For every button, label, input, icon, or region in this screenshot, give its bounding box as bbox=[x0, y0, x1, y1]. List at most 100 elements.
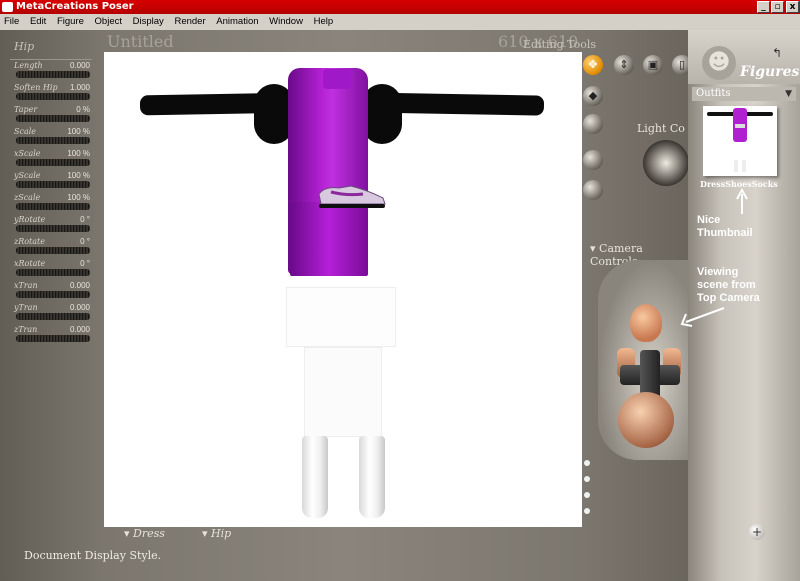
parameter-dial-row[interactable]: zRotate 0 ° bbox=[10, 236, 92, 258]
figure-category-icon[interactable]: ☻ bbox=[702, 46, 736, 80]
parameter-value[interactable]: 0.000 bbox=[70, 61, 90, 70]
memory-dot-icon[interactable] bbox=[584, 460, 590, 466]
parameter-value[interactable]: 100 % bbox=[67, 171, 90, 180]
parameter-value[interactable]: 1.000 bbox=[70, 83, 90, 92]
parameter-value[interactable]: 0 ° bbox=[80, 237, 90, 246]
parameter-value[interactable]: 0 ° bbox=[80, 215, 90, 224]
trackball-icon[interactable] bbox=[618, 392, 674, 448]
parameter-dial-icon[interactable] bbox=[16, 313, 90, 320]
hip-area bbox=[286, 287, 396, 347]
light-controls-label: Light Co bbox=[637, 122, 685, 135]
color-tool-icon[interactable] bbox=[583, 150, 603, 170]
parameter-value[interactable]: 0.000 bbox=[70, 303, 90, 312]
light-sphere-icon[interactable] bbox=[643, 140, 689, 186]
face-camera-icon[interactable] bbox=[630, 304, 662, 342]
menu-window[interactable]: Window bbox=[265, 14, 307, 30]
close-button[interactable]: x bbox=[786, 1, 799, 13]
parameter-name: xTran bbox=[14, 281, 38, 290]
memory-dot-icon[interactable] bbox=[584, 492, 590, 498]
menu-bar: File Edit Figure Object Display Render A… bbox=[0, 14, 800, 30]
parameter-dial-row[interactable]: zTran 0.000 bbox=[10, 324, 92, 346]
menu-display[interactable]: Display bbox=[129, 14, 168, 30]
menu-edit[interactable]: Edit bbox=[26, 14, 50, 30]
move-tool-icon[interactable]: ✥ bbox=[583, 55, 603, 75]
menu-object[interactable]: Object bbox=[91, 14, 126, 30]
left-arm bbox=[139, 92, 301, 116]
parameter-dial-row[interactable]: Length 0.000 bbox=[10, 60, 92, 82]
body-part-menu[interactable]: ▾ Hip bbox=[202, 527, 231, 540]
parameter-dial-row[interactable]: Taper 0 % bbox=[10, 104, 92, 126]
parameter-dial-row[interactable]: zScale 100 % bbox=[10, 192, 92, 214]
menu-render[interactable]: Render bbox=[170, 14, 209, 30]
parameter-dial-row[interactable]: yScale 100 % bbox=[10, 170, 92, 192]
dress-skirt bbox=[290, 202, 368, 276]
right-sock bbox=[359, 436, 385, 518]
parameter-value[interactable]: 0.000 bbox=[70, 325, 90, 334]
scale-tool-icon[interactable]: ▣ bbox=[643, 55, 663, 75]
parameter-dial-icon[interactable] bbox=[16, 181, 90, 188]
add-to-library-button[interactable]: + bbox=[749, 524, 765, 540]
parameter-value[interactable]: 100 % bbox=[67, 149, 90, 158]
parameter-dial-icon[interactable] bbox=[16, 335, 90, 342]
parameter-dial-icon[interactable] bbox=[16, 159, 90, 166]
parameter-name: yRotate bbox=[14, 215, 46, 224]
parameter-value[interactable]: 0.000 bbox=[70, 281, 90, 290]
parameter-dial-row[interactable]: yTran 0.000 bbox=[10, 302, 92, 324]
twist-tool-icon[interactable]: ◆ bbox=[583, 86, 603, 106]
dress-collar bbox=[323, 69, 351, 89]
document-window[interactable] bbox=[104, 52, 582, 527]
chain-tool-icon[interactable] bbox=[583, 114, 603, 134]
camera-annotation: Viewing scene from Top Camera bbox=[697, 266, 760, 304]
grouping-tool-icon[interactable] bbox=[583, 180, 603, 200]
memory-dot-icon[interactable] bbox=[584, 508, 590, 514]
parameter-name: zTran bbox=[14, 325, 38, 334]
thigh-area bbox=[304, 347, 382, 437]
minimize-button[interactable]: _ bbox=[757, 1, 770, 13]
arrow-left-icon bbox=[680, 307, 725, 327]
parameter-value[interactable]: 100 % bbox=[67, 127, 90, 136]
parameter-dial-row[interactable]: Soften Hip 1.000 bbox=[10, 82, 92, 104]
parameter-dial-icon[interactable] bbox=[16, 269, 90, 276]
return-arrow-icon[interactable]: ↰ bbox=[772, 46, 782, 60]
parameter-dial-row[interactable]: yRotate 0 ° bbox=[10, 214, 92, 236]
parameter-value[interactable]: 0 % bbox=[76, 105, 90, 114]
restore-button[interactable]: ▫ bbox=[771, 1, 784, 13]
menu-figure[interactable]: Figure bbox=[53, 14, 88, 30]
menu-file[interactable]: File bbox=[0, 14, 23, 30]
memory-dot-icon[interactable] bbox=[584, 476, 590, 482]
parameter-dial-icon[interactable] bbox=[16, 93, 90, 100]
parameter-name: Scale bbox=[14, 127, 37, 136]
parameter-name: yScale bbox=[14, 171, 41, 180]
rotate-tool-icon[interactable]: ⇕ bbox=[614, 55, 634, 75]
menu-animation[interactable]: Animation bbox=[212, 14, 262, 30]
figure-menu[interactable]: ▾ Dress bbox=[124, 527, 165, 540]
parameter-dial-icon[interactable] bbox=[16, 203, 90, 210]
parameter-name: zRotate bbox=[14, 237, 45, 246]
parameter-value[interactable]: 100 % bbox=[67, 193, 90, 202]
parameter-dial-row[interactable]: xScale 100 % bbox=[10, 148, 92, 170]
library-header: ☻ Figures ↰ bbox=[688, 30, 800, 84]
parameter-name: Taper bbox=[14, 105, 38, 114]
parameter-dial-row[interactable]: Scale 100 % bbox=[10, 126, 92, 148]
category-dropdown[interactable]: Outfits ▼ bbox=[692, 87, 796, 101]
library-title: Figures bbox=[740, 64, 800, 80]
parameter-dial-icon[interactable] bbox=[16, 291, 90, 298]
app-icon[interactable] bbox=[2, 2, 13, 12]
parameter-name: Soften Hip bbox=[14, 83, 58, 92]
parameter-dial-icon[interactable] bbox=[16, 137, 90, 144]
library-thumbnail[interactable] bbox=[703, 106, 777, 176]
parameter-dial-icon[interactable] bbox=[16, 115, 90, 122]
parameter-dial-icon[interactable] bbox=[16, 71, 90, 78]
parameter-value[interactable]: 0 ° bbox=[80, 259, 90, 268]
thumbnail-annotation: Nice Thumbnail bbox=[697, 214, 753, 239]
parameter-dial-row[interactable]: xRotate 0 ° bbox=[10, 258, 92, 280]
category-label: Outfits bbox=[696, 88, 731, 99]
parameter-dial-icon[interactable] bbox=[16, 247, 90, 254]
menu-help[interactable]: Help bbox=[310, 14, 338, 30]
arrow-up-icon bbox=[736, 188, 748, 214]
title-bar: MetaCreations Poser _ ▫ x bbox=[0, 0, 800, 14]
parameter-dial-row[interactable]: xTran 0.000 bbox=[10, 280, 92, 302]
parameter-dial-icon[interactable] bbox=[16, 225, 90, 232]
parameter-name: yTran bbox=[14, 303, 38, 312]
parameter-name: xScale bbox=[14, 149, 41, 158]
